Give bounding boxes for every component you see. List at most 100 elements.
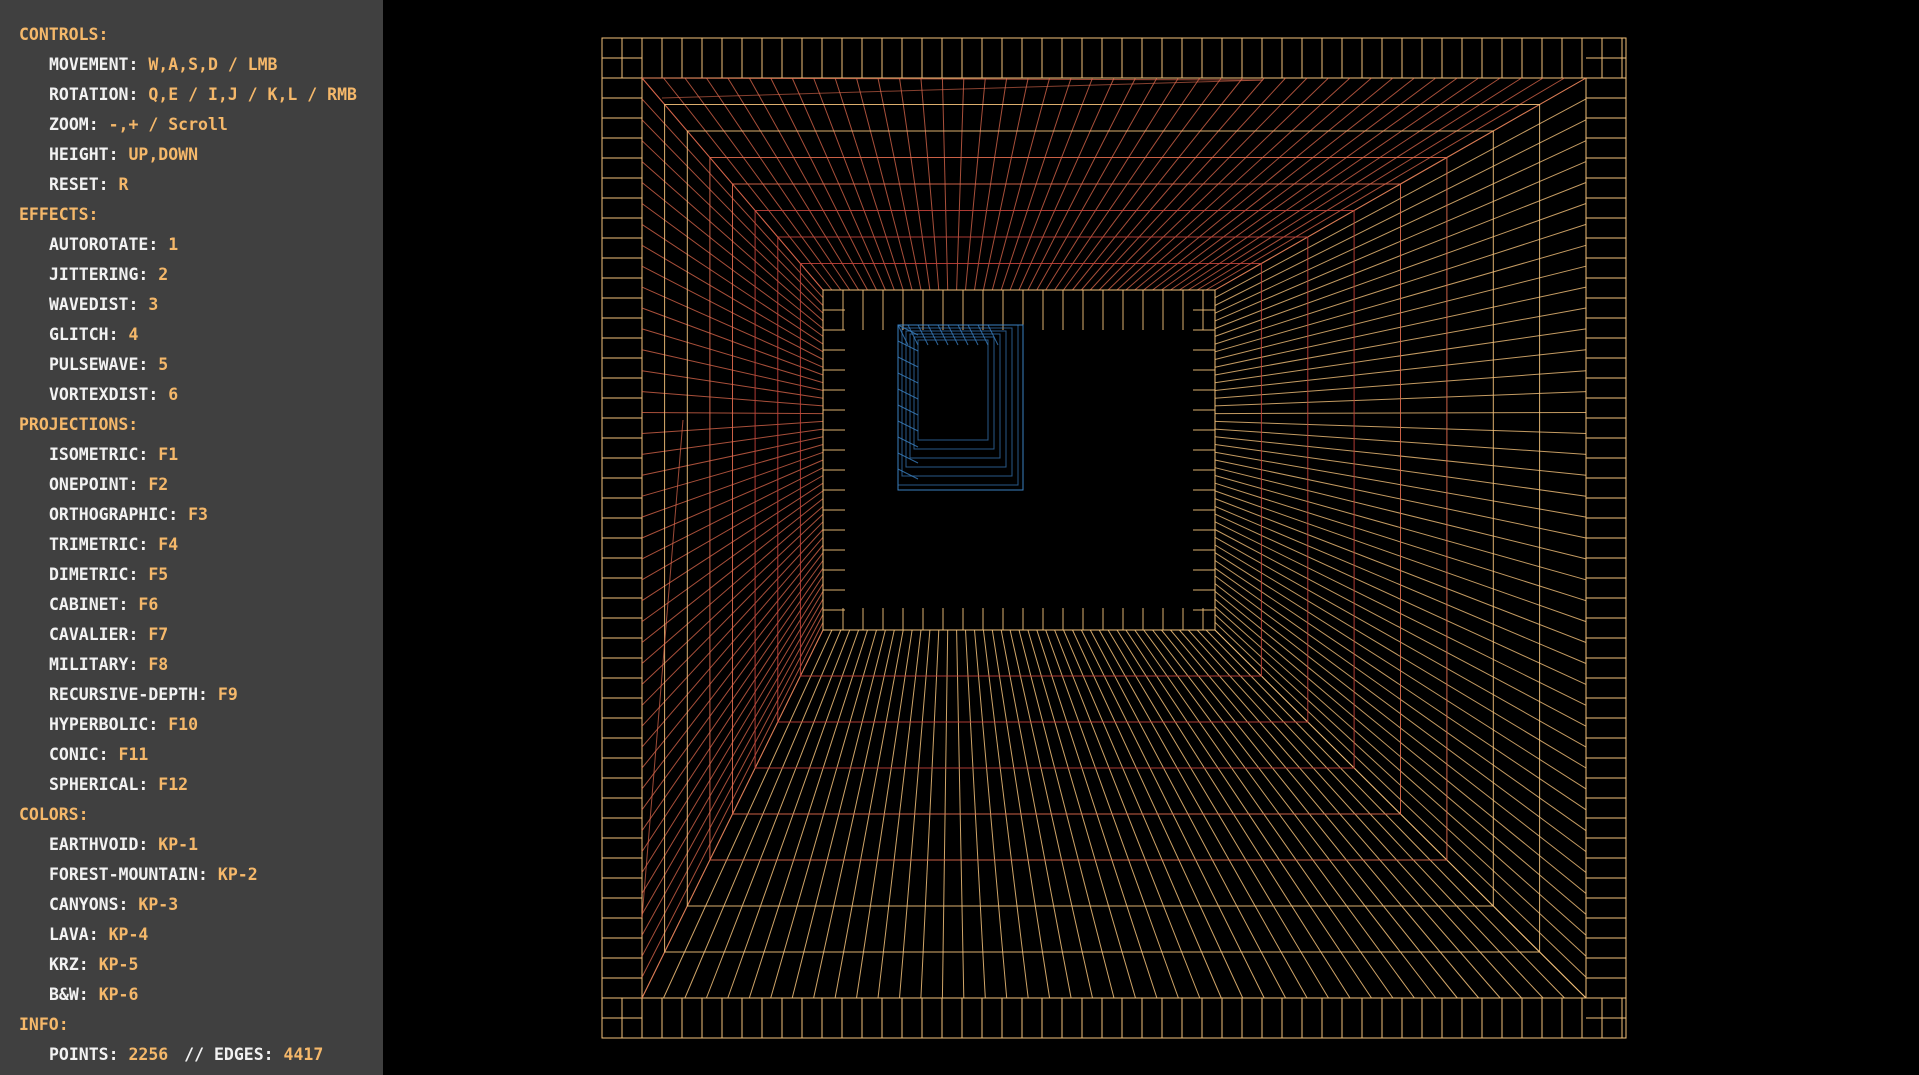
info-row-stats: POINTS: 2256 // EDGES: 4417 xyxy=(0,1040,383,1070)
effect-key: 3 xyxy=(148,295,159,314)
control-key: W,A,S,D / LMB xyxy=(148,55,278,74)
projection-label: ISOMETRIC: xyxy=(49,445,149,464)
wireframe-render[interactable] xyxy=(383,0,1919,1075)
section-title-effects: EFFECTS: xyxy=(19,205,99,224)
projection-key: F3 xyxy=(188,505,208,524)
section-title-colors: COLORS: xyxy=(19,805,89,824)
projection-row-orthographic: ORTHOGRAPHIC: F3 xyxy=(0,500,383,530)
effect-key: 4 xyxy=(128,325,139,344)
effect-key: 1 xyxy=(168,235,179,254)
projection-row-onepoint: ONEPOINT: F2 xyxy=(0,470,383,500)
effect-row-vortexdist: VORTEXDIST: 6 xyxy=(0,380,383,410)
projection-row-military: MILITARY: F8 xyxy=(0,650,383,680)
render-canvas[interactable] xyxy=(383,0,1919,1075)
projection-label: SPHERICAL: xyxy=(49,775,149,794)
color-label: FOREST-MOUNTAIN: xyxy=(49,865,208,884)
projection-label: TRIMETRIC: xyxy=(49,535,149,554)
projection-key: F2 xyxy=(148,475,169,494)
projection-key: F12 xyxy=(158,775,189,794)
control-row-reset: RESET: R xyxy=(0,170,383,200)
effect-label: GLITCH: xyxy=(49,325,119,344)
color-label: B&W: xyxy=(49,985,89,1004)
points-label: POINTS: xyxy=(49,1045,119,1064)
projection-row-hyperbolic: HYPERBOLIC: F10 xyxy=(0,710,383,740)
color-row-canyons: CANYONS: KP-3 xyxy=(0,890,383,920)
projection-key: F7 xyxy=(148,625,169,644)
color-row-forest-mountain: FOREST-MOUNTAIN: KP-2 xyxy=(0,860,383,890)
section-title-info: INFO: xyxy=(19,1015,69,1034)
points-value: 2256 xyxy=(128,1045,169,1064)
projection-row-isometric: ISOMETRIC: F1 xyxy=(0,440,383,470)
color-row-lava: LAVA: KP-4 xyxy=(0,920,383,950)
effect-row-wavedist: WAVEDIST: 3 xyxy=(0,290,383,320)
wireframe-app: CONTROLS: MOVEMENT: W,A,S,D / LMB ROTATI… xyxy=(0,0,1919,1075)
effect-row-jittering: JITTERING: 2 xyxy=(0,260,383,290)
projection-row-conic: CONIC: F11 xyxy=(0,740,383,770)
color-key: KP-5 xyxy=(98,955,139,974)
controls-panel: CONTROLS: MOVEMENT: W,A,S,D / LMB ROTATI… xyxy=(0,0,383,1075)
effect-label: JITTERING: xyxy=(49,265,149,284)
control-row-movement: MOVEMENT: W,A,S,D / LMB xyxy=(0,50,383,80)
control-key: -,+ / Scroll xyxy=(108,115,228,134)
color-label: EARTHVOID: xyxy=(49,835,149,854)
effect-row-autorotate: AUTOROTATE: 1 xyxy=(0,230,383,260)
effect-label: PULSEWAVE: xyxy=(49,355,149,374)
color-label: LAVA: xyxy=(49,925,99,944)
projection-key: F9 xyxy=(217,685,238,704)
control-key: R xyxy=(118,175,129,194)
projection-row-recursive-depth: RECURSIVE-DEPTH: F9 xyxy=(0,680,383,710)
color-label: CANYONS: xyxy=(49,895,129,914)
control-label: ZOOM: xyxy=(49,115,99,134)
effect-label: AUTOROTATE: xyxy=(49,235,159,254)
control-key: Q,E / I,J / K,L / RMB xyxy=(148,85,357,104)
edges-label: // EDGES: xyxy=(184,1045,274,1064)
color-key: KP-2 xyxy=(217,865,258,884)
control-label: RESET: xyxy=(49,175,109,194)
color-label: KRZ: xyxy=(49,955,89,974)
section-title-projections: PROJECTIONS: xyxy=(19,415,139,434)
color-key: KP-1 xyxy=(158,835,199,854)
projection-row-dimetric: DIMETRIC: F5 xyxy=(0,560,383,590)
projection-key: F11 xyxy=(118,745,149,764)
color-key: KP-4 xyxy=(108,925,149,944)
projection-label: RECURSIVE-DEPTH: xyxy=(49,685,208,704)
color-row-earthvoid: EARTHVOID: KP-1 xyxy=(0,830,383,860)
projection-key: F8 xyxy=(148,655,169,674)
projection-row-cavalier: CAVALIER: F7 xyxy=(0,620,383,650)
projection-row-trimetric: TRIMETRIC: F4 xyxy=(0,530,383,560)
projection-label: CONIC: xyxy=(49,745,109,764)
effect-label: WAVEDIST: xyxy=(49,295,139,314)
projection-label: CAVALIER: xyxy=(49,625,139,644)
projection-key: F5 xyxy=(148,565,169,584)
color-row-krz: KRZ: KP-5 xyxy=(0,950,383,980)
control-row-zoom: ZOOM: -,+ / Scroll xyxy=(0,110,383,140)
effect-row-pulsewave: PULSEWAVE: 5 xyxy=(0,350,383,380)
color-key: KP-3 xyxy=(138,895,179,914)
effect-key: 6 xyxy=(168,385,179,404)
effect-row-glitch: GLITCH: 4 xyxy=(0,320,383,350)
projection-key: F6 xyxy=(138,595,159,614)
control-key: UP,DOWN xyxy=(128,145,199,164)
projection-row-spherical: SPHERICAL: F12 xyxy=(0,770,383,800)
projection-label: ONEPOINT: xyxy=(49,475,139,494)
color-key: KP-6 xyxy=(98,985,139,1004)
control-label: ROTATION: xyxy=(49,85,139,104)
edges-value: 4417 xyxy=(283,1045,324,1064)
projection-row-cabinet: CABINET: F6 xyxy=(0,590,383,620)
color-row-bw: B&W: KP-6 xyxy=(0,980,383,1010)
control-label: MOVEMENT: xyxy=(49,55,139,74)
control-label: HEIGHT: xyxy=(49,145,119,164)
projection-label: MILITARY: xyxy=(49,655,139,674)
projection-key: F4 xyxy=(158,535,179,554)
projection-key: F1 xyxy=(158,445,179,464)
effect-key: 2 xyxy=(158,265,169,284)
effect-label: VORTEXDIST: xyxy=(49,385,159,404)
control-row-rotation: ROTATION: Q,E / I,J / K,L / RMB xyxy=(0,80,383,110)
projection-label: DIMETRIC: xyxy=(49,565,139,584)
control-row-height: HEIGHT: UP,DOWN xyxy=(0,140,383,170)
projection-label: ORTHOGRAPHIC: xyxy=(49,505,179,524)
effect-key: 5 xyxy=(158,355,169,374)
section-title-controls: CONTROLS: xyxy=(19,25,109,44)
projection-label: HYPERBOLIC: xyxy=(49,715,159,734)
projection-key: F10 xyxy=(168,715,199,734)
